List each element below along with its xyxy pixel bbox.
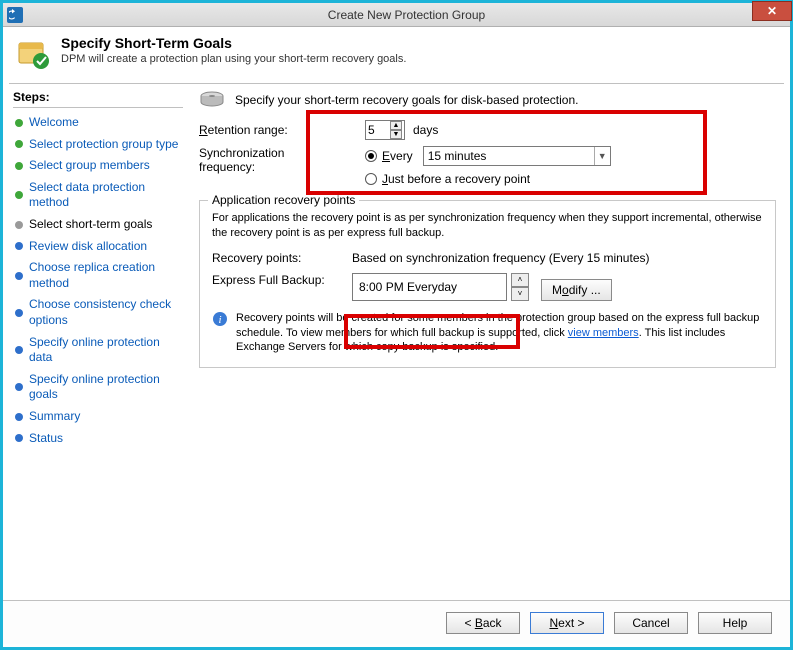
step-label: Review disk allocation [29,239,147,255]
sync-every-radio[interactable] [365,150,377,162]
recovery-points-value: Based on synchronization frequency (Ever… [352,251,650,265]
current-step-icon [15,221,23,229]
info-note: i Recovery points will be created for so… [212,311,763,356]
step-short-term-goals[interactable]: Select short-term goals [13,214,183,236]
step-label: Choose replica creation method [29,260,181,291]
step-label: Specify online protection data [29,335,181,366]
check-icon [15,191,23,199]
step-group-members[interactable]: Select group members [13,155,183,177]
next-button[interactable]: Next > [530,612,604,634]
step-online-protection-data[interactable]: Specify online protection data [13,332,183,369]
close-icon: ✕ [767,4,777,18]
step-summary[interactable]: Summary [13,406,183,428]
groupbox-legend: Application recovery points [208,193,359,207]
close-button[interactable]: ✕ [752,1,792,21]
scroll-up-icon[interactable]: ˄ [511,273,529,287]
back-label: < Back [464,616,501,630]
step-replica-creation[interactable]: Choose replica creation method [13,257,183,294]
check-icon [15,162,23,170]
disk-icon [199,90,225,110]
step-label: Summary [29,409,80,425]
step-label: Status [29,431,63,447]
help-button[interactable]: Help [698,612,772,634]
app-icon [7,7,23,23]
pending-step-icon [15,383,23,391]
spinner-up-icon[interactable]: ▲ [390,121,402,130]
step-label: Specify online protection goals [29,372,181,403]
scroll-down-icon[interactable]: ˅ [511,287,529,301]
express-label: Express Full Backup: [212,273,352,287]
retention-label: Retention range: [199,123,339,137]
step-data-protection-method[interactable]: Select data protection method [13,177,183,214]
step-label: Select protection group type [29,137,178,153]
express-schedule-list[interactable]: 8:00 PM Everyday [352,273,507,301]
step-label: Select short-term goals [29,217,152,233]
pending-step-icon [15,434,23,442]
pending-step-icon [15,309,23,317]
pending-step-icon [15,413,23,421]
modify-label: Modify ... [552,283,601,297]
wizard-footer: < Back Next > Cancel Help [3,600,790,644]
svg-text:i: i [218,314,221,326]
sync-before-label: Just before a recovery point [382,172,530,186]
cancel-button[interactable]: Cancel [614,612,688,634]
retention-unit: days [413,123,438,137]
window-frame: Create New Protection Group ✕ Specify Sh… [0,0,793,650]
recovery-points-label: Recovery points: [212,251,352,265]
page-subtitle: DPM will create a protection plan using … [61,53,406,65]
recovery-groupbox: Application recovery points For applicat… [199,200,776,368]
pending-step-icon [15,242,23,250]
sync-every-label: Every [382,149,413,163]
step-label: Choose consistency check options [29,297,181,328]
page-title: Specify Short-Term Goals [61,35,406,51]
pending-step-icon [15,346,23,354]
check-icon [15,140,23,148]
step-label: Select group members [29,158,150,174]
back-button[interactable]: < Back [446,612,520,634]
step-group-type[interactable]: Select protection group type [13,134,183,156]
step-consistency-check[interactable]: Choose consistency check options [13,294,183,331]
pending-step-icon [15,272,23,280]
check-icon [15,119,23,127]
retention-spinner[interactable]: 5 ▲▼ [365,120,405,140]
spinner-down-icon[interactable]: ▼ [390,130,402,139]
chevron-down-icon: ▼ [594,147,610,165]
main-panel: Specify your short-term recovery goals f… [189,84,790,600]
retention-value: 5 [368,123,390,137]
step-status[interactable]: Status [13,428,183,450]
steps-sidebar: Steps: Welcome Select protection group t… [3,84,189,600]
step-label: Select data protection method [29,180,181,211]
step-online-protection-goals[interactable]: Specify online protection goals [13,369,183,406]
express-schedule-value: 8:00 PM Everyday [359,280,457,294]
steps-heading: Steps: [13,90,183,104]
window-title: Create New Protection Group [23,8,790,22]
step-review-disk[interactable]: Review disk allocation [13,236,183,258]
step-welcome[interactable]: Welcome [13,112,183,134]
sync-interval-combo[interactable]: 15 minutes ▼ [423,146,611,166]
modify-button[interactable]: Modify ... [541,279,612,301]
titlebar: Create New Protection Group ✕ [3,3,790,27]
group-desc: For applications the recovery point is a… [212,211,763,241]
wizard-header: Specify Short-Term Goals DPM will create… [3,27,790,83]
view-members-link[interactable]: view members [568,327,639,339]
next-label: Next > [549,616,584,630]
intro-text: Specify your short-term recovery goals f… [235,93,578,107]
info-icon: i [212,311,228,327]
sync-label: Synchronization frequency: [199,146,339,174]
header-icon [17,37,51,71]
sync-before-radio[interactable] [365,173,377,185]
sync-interval-value: 15 minutes [428,149,487,163]
step-label: Welcome [29,115,79,131]
